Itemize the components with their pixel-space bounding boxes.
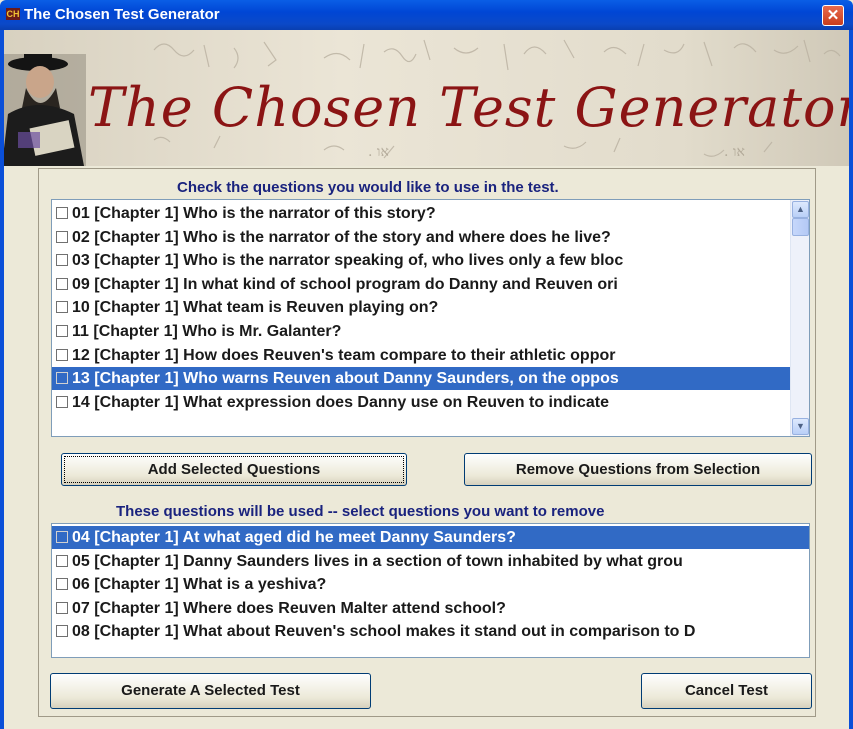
list-item[interactable]: 14 [Chapter 1] What expression does Dann… — [52, 391, 790, 414]
add-selected-questions-button[interactable]: Add Selected Questions — [61, 453, 407, 486]
checkbox[interactable] — [56, 325, 68, 337]
list-item-label: 10 [Chapter 1] What team is Reuven playi… — [72, 299, 439, 317]
list-item-label: 05 [Chapter 1] Danny Saunders lives in a… — [72, 552, 683, 570]
checkbox[interactable] — [56, 395, 68, 408]
list-item-label: 06 [Chapter 1] What is a yeshiva? — [72, 576, 327, 594]
list-item-label: 08 [Chapter 1] What about Reuven's schoo… — [72, 623, 696, 641]
svg-text:. ﬡו: . ﬡו — [368, 144, 389, 160]
checkbox[interactable] — [56, 348, 68, 361]
svg-text:. ﬡו: . ﬡו — [724, 144, 745, 160]
list-item[interactable]: 05 [Chapter 1] Danny Saunders lives in a… — [52, 550, 809, 573]
list-item-label: 02 [Chapter 1] Who is the narrator of th… — [72, 228, 611, 246]
generate-test-button[interactable]: Generate A Selected Test — [50, 673, 371, 709]
checkbox[interactable] — [56, 601, 68, 614]
checkbox[interactable] — [56, 554, 68, 567]
list-item-label: 07 [Chapter 1] Where does Reuven Malter … — [72, 599, 506, 617]
checkbox[interactable] — [56, 372, 68, 385]
list-item-label: 11 [Chapter 1] Who is Mr. Galanter? — [72, 323, 342, 340]
list-item-label: 04 [Chapter 1] At what aged did he meet … — [72, 529, 516, 546]
list-item[interactable]: 04 [Chapter 1] At what aged did he meet … — [52, 526, 809, 549]
header-banner: . ﬡו . ﬡו The Chosen Test Generator — [4, 30, 849, 166]
list-item-label: 14 [Chapter 1] What expression does Dann… — [72, 393, 610, 411]
title-bar[interactable]: CH The Chosen Test Generator ✕ — [0, 0, 853, 30]
remove-questions-button[interactable]: Remove Questions from Selection — [464, 453, 812, 486]
portrait-image — [4, 54, 86, 166]
available-questions-list[interactable]: 01 [Chapter 1] Who is the narrator of th… — [51, 199, 810, 437]
list-item[interactable]: 02 [Chapter 1] Who is the narrator of th… — [52, 226, 790, 249]
available-caption: Check the questions you would like to us… — [177, 179, 559, 196]
list-item-label: 13 [Chapter 1] Who warns Reuven about Da… — [72, 370, 619, 388]
list-item[interactable]: 13 [Chapter 1] Who warns Reuven about Da… — [52, 367, 790, 391]
checkbox[interactable] — [56, 254, 68, 267]
checkbox[interactable] — [56, 207, 68, 219]
chevron-up-icon[interactable]: ▲ — [792, 201, 809, 218]
list-item-label: 09 [Chapter 1] In what kind of school pr… — [72, 275, 618, 293]
close-button[interactable]: ✕ — [822, 5, 844, 26]
checkbox[interactable] — [56, 578, 68, 591]
app-icon: CH — [6, 8, 20, 20]
available-scrollbar[interactable]: ▲ ▼ — [790, 200, 809, 436]
list-item[interactable]: 09 [Chapter 1] In what kind of school pr… — [52, 273, 790, 296]
list-item[interactable]: 06 [Chapter 1] What is a yeshiva? — [52, 573, 809, 596]
selected-caption: These questions will be used -- select q… — [116, 503, 605, 520]
list-item[interactable]: 08 [Chapter 1] What about Reuven's schoo… — [52, 620, 809, 643]
close-icon: ✕ — [826, 7, 840, 24]
checkbox[interactable] — [56, 277, 68, 290]
checkbox[interactable] — [56, 230, 68, 243]
list-item[interactable]: 11 [Chapter 1] Who is Mr. Galanter? — [52, 320, 790, 343]
checkbox[interactable] — [56, 625, 68, 638]
list-item[interactable]: 07 [Chapter 1] Where does Reuven Malter … — [52, 597, 809, 620]
list-item[interactable]: 01 [Chapter 1] Who is the narrator of th… — [52, 202, 790, 225]
chevron-down-icon[interactable]: ▼ — [792, 418, 809, 435]
selected-questions-list[interactable]: 04 [Chapter 1] At what aged did he meet … — [51, 523, 810, 658]
list-item[interactable]: 10 [Chapter 1] What team is Reuven playi… — [52, 296, 790, 319]
list-item[interactable]: 03 [Chapter 1] Who is the narrator speak… — [52, 249, 790, 272]
cancel-test-button[interactable]: Cancel Test — [641, 673, 812, 709]
list-item-label: 01 [Chapter 1] Who is the narrator of th… — [72, 205, 436, 222]
checkbox[interactable] — [56, 531, 68, 543]
window-frame-right — [849, 30, 853, 729]
list-item-label: 03 [Chapter 1] Who is the narrator speak… — [72, 252, 624, 270]
scrollbar-thumb[interactable] — [792, 218, 809, 236]
app-window: CH The Chosen Test Generator ✕ . ﬡו . ﬡו — [0, 0, 853, 729]
window-title: The Chosen Test Generator — [24, 6, 220, 23]
list-item[interactable]: 12 [Chapter 1] How does Reuven's team co… — [52, 344, 790, 367]
banner-title: The Chosen Test Generator — [88, 76, 849, 139]
list-item-label: 12 [Chapter 1] How does Reuven's team co… — [72, 346, 616, 364]
checkbox[interactable] — [56, 301, 68, 314]
